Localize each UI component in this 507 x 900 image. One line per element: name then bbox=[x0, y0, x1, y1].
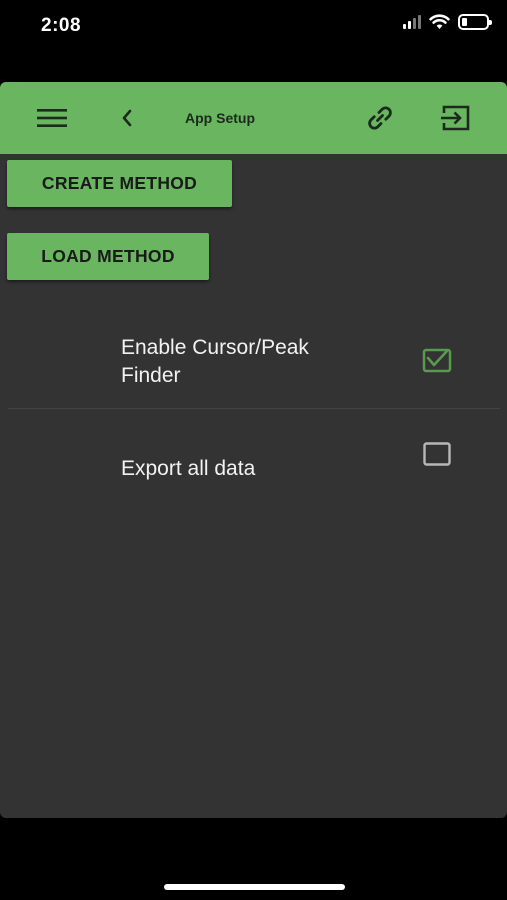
export-all-data-checkbox[interactable] bbox=[422, 441, 452, 471]
load-method-button[interactable]: LOAD METHOD bbox=[7, 233, 209, 280]
menu-button[interactable] bbox=[30, 96, 74, 140]
app-window: App Setup CREATE METHOD LOAD METHOD Enab… bbox=[0, 82, 507, 818]
unchecked-checkbox-icon bbox=[423, 442, 451, 466]
menu-icon bbox=[37, 109, 67, 127]
enable-cursor-peak-finder-label: Enable Cursor/Peak Finder bbox=[121, 336, 309, 387]
home-indicator bbox=[164, 884, 345, 890]
back-chevron-icon bbox=[122, 109, 132, 127]
create-method-button[interactable]: CREATE METHOD bbox=[7, 160, 232, 207]
link-button[interactable] bbox=[358, 96, 402, 140]
wifi-icon bbox=[429, 14, 450, 29]
divider bbox=[8, 408, 500, 409]
checked-checkbox-icon bbox=[422, 348, 452, 373]
battery-icon bbox=[458, 14, 492, 30]
page-title: App Setup bbox=[185, 110, 255, 126]
enable-cursor-peak-finder-checkbox[interactable] bbox=[422, 348, 452, 378]
export-all-data-label: Export all data bbox=[121, 457, 256, 480]
app-bar: App Setup bbox=[0, 82, 507, 154]
link-icon bbox=[368, 106, 392, 130]
cellular-signal-icon bbox=[403, 15, 421, 29]
exit-icon bbox=[441, 105, 470, 131]
status-time: 2:08 bbox=[41, 15, 82, 36]
status-bar: 2:08 bbox=[0, 0, 507, 55]
status-icons bbox=[403, 14, 492, 30]
exit-button[interactable] bbox=[434, 96, 478, 140]
back-button[interactable] bbox=[105, 96, 149, 140]
